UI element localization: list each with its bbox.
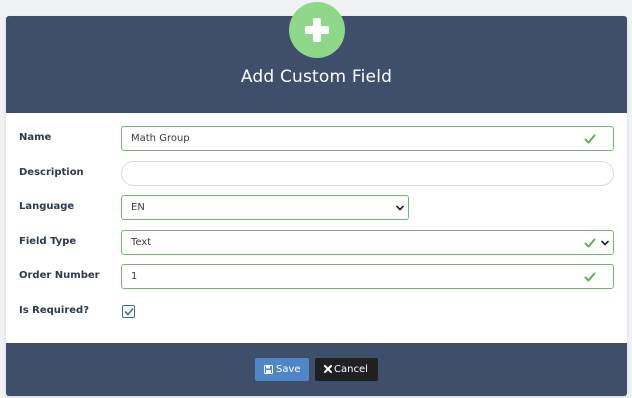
language-value: EN	[131, 202, 145, 213]
field-type-select[interactable]: Text	[121, 230, 614, 255]
chevron-down-icon	[396, 205, 404, 211]
floppy-disk-icon	[264, 365, 273, 374]
modal-header: Add Custom Field	[6, 2, 627, 113]
modal-title: Add Custom Field	[240, 67, 393, 87]
form-row-description: Description	[6, 161, 627, 187]
order-number-value: 1	[131, 271, 138, 282]
order-number-input[interactable]: 1	[121, 264, 614, 289]
save-button[interactable]: Save	[255, 358, 309, 381]
language-select[interactable]: EN	[121, 195, 409, 220]
form-row-language: Language EN	[6, 195, 627, 221]
checkmark-icon	[124, 308, 134, 316]
form-row-is-required: Is Required?	[6, 301, 627, 327]
language-label: Language	[19, 201, 75, 212]
is-required-label: Is Required?	[19, 305, 90, 316]
save-label: Save	[276, 364, 301, 375]
cancel-label: Cancel	[334, 364, 368, 375]
form-row-order-number: Order Number 1	[6, 264, 627, 290]
name-label: Name	[19, 132, 52, 143]
description-label: Description	[19, 167, 84, 178]
field-type-label: Field Type	[19, 236, 77, 247]
check-icon	[584, 134, 596, 144]
add-badge	[289, 2, 345, 58]
cancel-button[interactable]: Cancel	[315, 358, 378, 381]
form-row-name: Name Math Group	[6, 126, 627, 152]
add-custom-field-modal: Add Custom Field Name Math Group Descrip…	[6, 2, 627, 396]
check-icon	[584, 238, 596, 248]
order-number-label: Order Number	[19, 270, 100, 281]
modal-footer: Save Cancel	[6, 343, 627, 396]
form-row-field-type: Field Type Text	[6, 230, 627, 256]
description-input[interactable]	[121, 161, 614, 186]
check-icon	[584, 272, 596, 282]
chevron-down-icon	[601, 240, 609, 246]
plus-icon	[305, 18, 329, 42]
field-type-value: Text	[131, 237, 152, 248]
close-icon	[324, 365, 332, 373]
name-input[interactable]: Math Group	[121, 126, 614, 151]
is-required-checkbox[interactable]	[122, 305, 135, 318]
name-value: Math Group	[131, 133, 190, 144]
